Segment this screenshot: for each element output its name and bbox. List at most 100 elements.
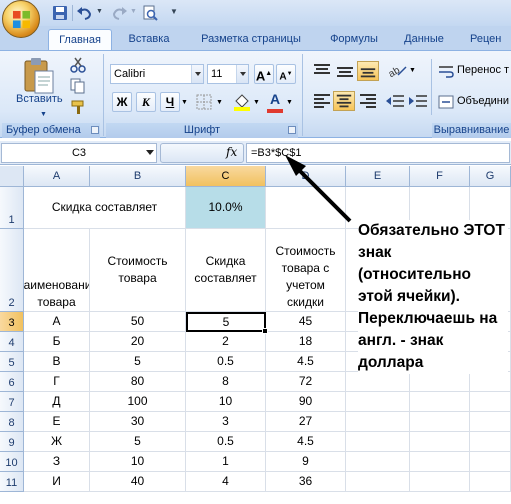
align-bottom-icon[interactable]	[357, 61, 379, 81]
price-cell[interactable]: 80	[90, 372, 186, 392]
empty-cell[interactable]	[410, 472, 470, 492]
empty-cell[interactable]	[470, 472, 511, 492]
redo-dropdown-icon[interactable]: ▼	[130, 8, 137, 15]
empty-cell[interactable]	[410, 412, 470, 432]
price-cell[interactable]: 30	[90, 412, 186, 432]
name-cell[interactable]: А	[24, 312, 90, 332]
price-cell[interactable]: 100	[90, 392, 186, 412]
undo-dropdown-icon[interactable]: ▼	[96, 8, 103, 15]
row-header-9[interactable]: 9	[0, 432, 24, 452]
borders-icon[interactable]	[195, 93, 215, 111]
row-header-2[interactable]: 2	[0, 229, 24, 312]
wrap-text-button[interactable]: Перенос т	[457, 64, 509, 76]
empty-cell[interactable]	[470, 392, 511, 412]
formula-input[interactable]: =B3*$C$1	[246, 143, 510, 163]
empty-cell[interactable]	[410, 452, 470, 472]
underline-button[interactable]: Ч	[160, 92, 180, 112]
save-icon[interactable]	[52, 5, 68, 21]
discount-cell[interactable]: 2	[186, 332, 266, 352]
print-preview-icon[interactable]	[142, 5, 158, 21]
insert-function-icon[interactable]: fx	[226, 145, 237, 159]
tab-review[interactable]: Рецен	[470, 29, 511, 50]
discount-cell[interactable]: 3	[186, 412, 266, 432]
wrap-text-icon[interactable]	[438, 64, 454, 78]
row-header-10[interactable]: 10	[0, 452, 24, 472]
discount-cell[interactable]: 0.5	[186, 432, 266, 452]
empty-cell[interactable]	[410, 372, 470, 392]
total-cell[interactable]: 27	[266, 412, 346, 432]
align-right-icon[interactable]	[358, 93, 378, 109]
paste-button-label[interactable]: Вставить	[16, 93, 63, 105]
tab-insert[interactable]: Вставка	[118, 29, 180, 50]
orientation-dropdown-icon[interactable]: ▼	[409, 67, 416, 74]
decrease-indent-icon[interactable]	[385, 93, 405, 109]
row-header-8[interactable]: 8	[0, 412, 24, 432]
empty-cell[interactable]	[470, 372, 511, 392]
fill-color-icon[interactable]	[232, 93, 252, 111]
total-cell[interactable]: 90	[266, 392, 346, 412]
discount-label-cell[interactable]: Скидка составляет	[24, 187, 186, 229]
header-discount-cell[interactable]: Скидка составляет	[186, 229, 266, 312]
price-cell[interactable]: 10	[90, 452, 186, 472]
total-cell[interactable]: 9	[266, 452, 346, 472]
empty-cell[interactable]	[470, 432, 511, 452]
grow-font-icon[interactable]: A▲	[254, 64, 274, 84]
name-cell[interactable]: З	[24, 452, 90, 472]
clipboard-launcher-icon[interactable]	[91, 126, 99, 134]
paste-icon[interactable]	[22, 56, 56, 96]
fill-handle[interactable]	[262, 328, 268, 334]
tab-data[interactable]: Данные	[396, 29, 452, 50]
name-cell[interactable]: Е	[24, 412, 90, 432]
row-header-4[interactable]: 4	[0, 332, 24, 352]
price-cell[interactable]: 20	[90, 332, 186, 352]
active-cell-c3[interactable]: 5	[186, 312, 266, 332]
name-cell[interactable]: Д	[24, 392, 90, 412]
align-top-icon[interactable]	[312, 63, 332, 79]
row-header-11[interactable]: 11	[0, 472, 24, 492]
empty-cell[interactable]	[346, 472, 410, 492]
cut-icon[interactable]	[70, 57, 86, 73]
column-header-a[interactable]: A	[24, 166, 90, 187]
align-middle-icon[interactable]	[335, 63, 355, 79]
discount-cell[interactable]: 8	[186, 372, 266, 392]
font-name-select[interactable]: Calibri	[110, 64, 204, 84]
empty-cell[interactable]	[346, 372, 410, 392]
row-header-1[interactable]: 1	[0, 187, 24, 229]
column-header-e[interactable]: E	[346, 166, 410, 187]
borders-dropdown-icon[interactable]: ▼	[216, 99, 223, 106]
select-all-button[interactable]	[0, 166, 24, 187]
align-center-icon[interactable]	[333, 91, 355, 111]
name-cell[interactable]: Б	[24, 332, 90, 352]
total-cell[interactable]: 4.5	[266, 352, 346, 372]
orientation-icon[interactable]: ab	[386, 61, 408, 79]
header-price-cell[interactable]: Стоимость товара	[90, 229, 186, 312]
office-button[interactable]	[2, 0, 40, 38]
total-cell[interactable]: 4.5	[266, 432, 346, 452]
discount-cell[interactable]: 1	[186, 452, 266, 472]
font-color-icon[interactable]: A	[266, 91, 284, 111]
italic-button[interactable]: К	[136, 92, 156, 112]
empty-cell[interactable]	[410, 392, 470, 412]
copy-icon[interactable]	[70, 78, 86, 94]
redo-icon[interactable]	[110, 5, 128, 21]
merge-center-icon[interactable]	[438, 95, 454, 109]
column-header-c[interactable]: C	[186, 166, 266, 187]
empty-cell[interactable]	[346, 412, 410, 432]
price-cell[interactable]: 50	[90, 312, 186, 332]
empty-cell[interactable]	[346, 392, 410, 412]
customize-icon[interactable]: ▼	[170, 7, 178, 16]
header-total-cell[interactable]: Стоимость товара с учетом скидки	[266, 229, 346, 312]
font-size-select[interactable]: 11	[207, 64, 249, 84]
row-header-3[interactable]: 3	[0, 312, 24, 332]
font-color-dropdown-icon[interactable]: ▼	[286, 99, 293, 106]
discount-cell[interactable]: 10	[186, 392, 266, 412]
price-cell[interactable]: 40	[90, 472, 186, 492]
column-header-d[interactable]: D	[266, 166, 346, 187]
bold-button[interactable]: Ж	[112, 92, 132, 112]
name-cell[interactable]: В	[24, 352, 90, 372]
align-left-icon[interactable]	[312, 93, 332, 109]
empty-cell[interactable]	[410, 432, 470, 452]
chevron-down-icon[interactable]	[146, 150, 154, 155]
column-header-g[interactable]: G	[470, 166, 511, 187]
discount-cell[interactable]: 0.5	[186, 352, 266, 372]
